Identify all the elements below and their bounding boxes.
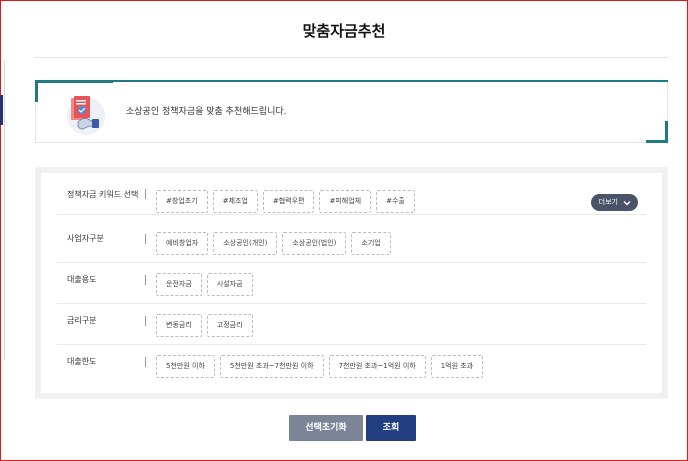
loan-limit-chip[interactable]: 5천만원 초과~7천만원 이하: [219, 355, 324, 378]
filter-row-business-type: 사업자구분 예비창업자 소상공인(개인) 소상공인(법인) 소기업: [57, 221, 646, 263]
loan-purpose-chip[interactable]: 시설자금: [206, 273, 253, 296]
filter-row-loan-limit: 대출한도 5천만원 이하 5천만원 초과~7천만원 이하 7천만원 초과~1억원…: [57, 344, 646, 385]
left-edge-line: [4, 60, 5, 360]
filter-label-loan-limit: 대출한도: [67, 357, 97, 366]
left-edge-marker: [0, 95, 3, 125]
filter-label-interest-type: 금리구분: [67, 316, 97, 325]
banner-message: 소상공인 정책자금을 맞춤 추천해드립니다.: [126, 107, 287, 117]
title-divider: [34, 57, 668, 58]
keyword-chip[interactable]: #수출: [376, 190, 415, 213]
interest-type-chip[interactable]: 변동금리: [156, 314, 202, 337]
label-divider: [145, 275, 146, 285]
filter-row-loan-purpose: 대출용도 운전자금 시설자금: [57, 262, 646, 304]
info-banner: 소상공인 정책자금을 맞춤 추천해드립니다.: [35, 80, 668, 143]
banner-corner-top-left-vertical: [35, 80, 38, 102]
handshake-document-icon: [67, 96, 105, 135]
label-divider: [145, 189, 146, 199]
more-keywords-button[interactable]: 더보기: [590, 194, 638, 211]
keyword-chip[interactable]: #제조업: [212, 190, 258, 213]
label-divider: [145, 357, 146, 367]
label-divider: [145, 316, 146, 326]
page-title: 맞춤자금추천: [302, 22, 386, 40]
keyword-chip[interactable]: #창업초기: [156, 190, 208, 213]
more-button-label: 더보기: [598, 198, 618, 206]
business-type-chip[interactable]: 소상공인(개인): [213, 232, 278, 255]
loan-limit-chip[interactable]: 7천만원 초과~1억원 이하: [328, 355, 426, 378]
chevron-down-icon: [623, 200, 631, 205]
business-type-chip[interactable]: 예비창업자: [156, 232, 209, 255]
banner-corner-top-left: [35, 80, 113, 83]
keyword-chip[interactable]: #피해업체: [319, 190, 372, 213]
banner-corner-bottom-right-vertical: [665, 121, 668, 143]
loan-limit-chip[interactable]: 1억원 초과: [430, 355, 484, 378]
filter-row-interest-type: 금리구분 변동금리 고정금리: [57, 303, 646, 345]
filter-form: 정책자금 키워드 선택 #창업초기 #제조업 #협력우편 #피해업체 #수출 더…: [41, 173, 662, 393]
filter-row-keyword: 정책자금 키워드 선택 #창업초기 #제조업 #협력우편 #피해업체 #수출 더…: [57, 173, 646, 215]
banner-top-border: [113, 80, 668, 82]
business-type-chip[interactable]: 소기업: [351, 232, 391, 255]
interest-type-chip[interactable]: 고정금리: [206, 314, 253, 337]
loan-purpose-chip[interactable]: 운전자금: [156, 273, 202, 296]
label-divider: [145, 234, 146, 244]
filter-label-business-type: 사업자구분: [67, 234, 104, 243]
loan-limit-chip[interactable]: 5천만원 이하: [156, 355, 215, 378]
business-type-chip[interactable]: 소상공인(법인): [282, 232, 347, 255]
keyword-chip[interactable]: #협력우편: [262, 190, 315, 213]
reset-selection-button[interactable]: 선택초기화: [289, 415, 363, 441]
filter-panel: 정책자금 키워드 선택 #창업초기 #제조업 #협력우편 #피해업체 #수출 더…: [35, 167, 668, 399]
search-button[interactable]: 조회: [366, 415, 416, 441]
filter-label-keyword: 정책자금 키워드 선택: [67, 190, 139, 199]
filter-label-loan-purpose: 대출용도: [67, 275, 97, 284]
